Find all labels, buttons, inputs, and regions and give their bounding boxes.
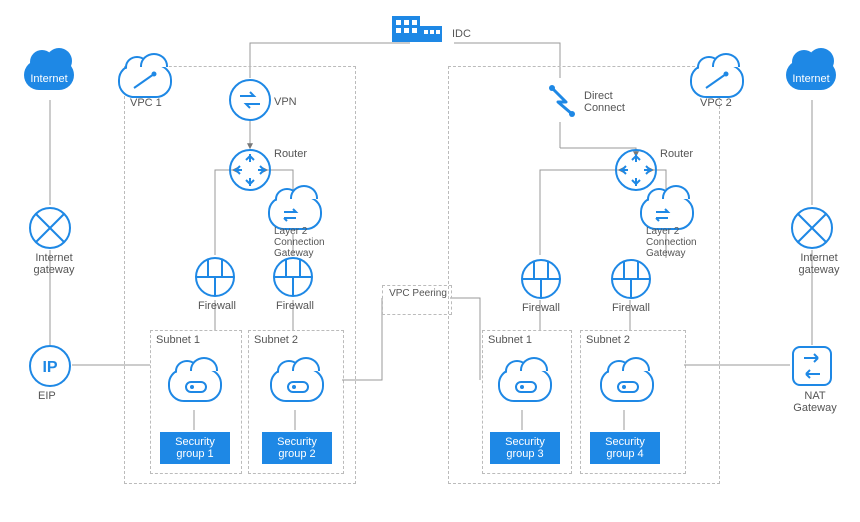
cloud-outline-icon xyxy=(640,196,694,230)
vpc1-label: VPC 1 xyxy=(130,97,162,109)
vpn-label: VPN xyxy=(274,96,297,108)
security-group-3: Security group 3 xyxy=(490,432,560,464)
nat-gateway-label: NAT Gateway xyxy=(790,390,840,414)
firewall2a-label: Firewall xyxy=(522,302,560,314)
internet-left: Internet xyxy=(24,60,74,90)
vpc-peering-label: VPC Peering xyxy=(384,288,452,299)
firewall1b-label: Firewall xyxy=(276,300,314,312)
idc-label: IDC xyxy=(452,28,471,40)
subnet1a-label: Subnet 1 xyxy=(156,334,200,346)
cloud-outline-icon xyxy=(168,368,222,402)
firewall1a-label: Firewall xyxy=(198,300,236,312)
vpc2-label: VPC 2 xyxy=(700,97,732,109)
router-icon xyxy=(614,148,658,192)
internet-left-label: Internet xyxy=(30,73,67,85)
router1-label: Router xyxy=(274,148,307,160)
eip-label: EIP xyxy=(38,390,56,402)
cloud-outline-icon xyxy=(690,64,744,98)
igw-right-label: Internet gateway xyxy=(793,252,845,276)
internet-right: Internet xyxy=(786,60,836,90)
security-group-2: Security group 2 xyxy=(262,432,332,464)
cloud-outline-icon xyxy=(118,64,172,98)
instance-1a xyxy=(168,368,222,402)
l2cg2-label: Layer 2 Connection Gateway xyxy=(646,226,697,259)
router-icon xyxy=(228,148,272,192)
igw-left-label: Internet gateway xyxy=(28,252,80,276)
svg-text:IP: IP xyxy=(42,359,57,376)
router2-label: Router xyxy=(660,148,693,160)
subnet2b-label: Subnet 2 xyxy=(586,334,630,346)
security-group-1: Security group 1 xyxy=(160,432,230,464)
subnet1b-label: Subnet 2 xyxy=(254,334,298,346)
firewall2b-label: Firewall xyxy=(612,302,650,314)
cloud-outline-icon xyxy=(270,368,324,402)
cloud-outline-icon xyxy=(498,368,552,402)
cloud-outline-icon xyxy=(600,368,654,402)
instance-2b xyxy=(600,368,654,402)
security-group-4: Security group 4 xyxy=(590,432,660,464)
instance-2a xyxy=(498,368,552,402)
vpc1-marker xyxy=(118,64,172,98)
direct-connect-label: Direct Connect xyxy=(584,90,625,114)
l2cg1 xyxy=(268,196,322,230)
vpc2-marker xyxy=(690,64,744,98)
subnet2a-label: Subnet 1 xyxy=(488,334,532,346)
instance-1b xyxy=(270,368,324,402)
internet-right-label: Internet xyxy=(792,73,829,85)
cloud-outline-icon xyxy=(268,196,322,230)
l2cg1-label: Layer 2 Connection Gateway xyxy=(274,226,325,259)
l2cg2 xyxy=(640,196,694,230)
